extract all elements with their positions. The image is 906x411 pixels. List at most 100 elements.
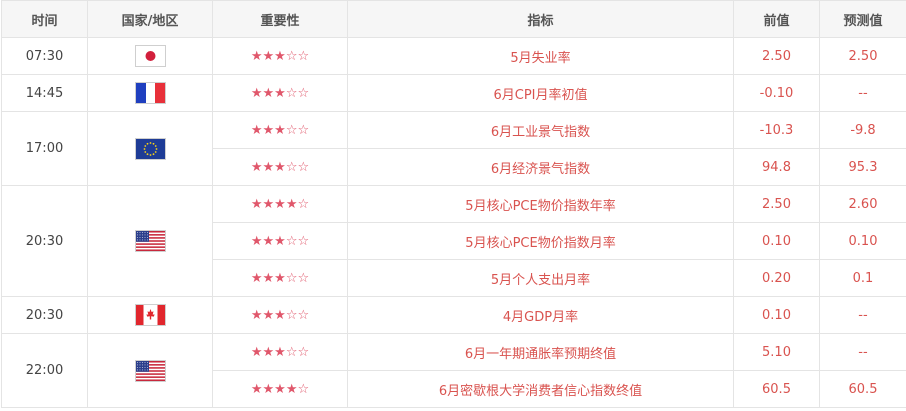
forecast-value: 95.3 bbox=[819, 148, 906, 186]
forecast-value: 60.5 bbox=[819, 370, 906, 408]
previous-value: 2.50 bbox=[733, 185, 820, 223]
star-empty-icon: ☆ bbox=[285, 122, 298, 138]
time-cell: 22:00 bbox=[1, 333, 88, 408]
forecast-value: -- bbox=[819, 74, 906, 112]
importance-stars: ★★★☆☆ bbox=[212, 222, 348, 260]
star-filled-icon: ★ bbox=[250, 270, 263, 286]
importance-stars: ★★★★☆ bbox=[212, 370, 348, 408]
star-filled-icon: ★ bbox=[262, 122, 275, 138]
previous-value: -10.3 bbox=[733, 111, 820, 149]
header-time: 时间 bbox=[1, 0, 88, 38]
star-filled-icon: ★ bbox=[274, 159, 286, 175]
star-filled-icon: ★ bbox=[262, 196, 275, 212]
forecast-value: 0.1 bbox=[819, 259, 906, 297]
importance-stars: ★★★☆☆ bbox=[212, 111, 348, 149]
table-row: 14:45 ★★★☆☆ 6月CPI月率初值 -0.10 -- bbox=[1, 74, 906, 112]
star-filled-icon: ★ bbox=[274, 196, 286, 212]
economic-calendar-table: 时间 国家/地区 重要性 指标 前值 预测值 07:30 ★★★☆☆ 5月失业率 2.… bbox=[1, 0, 906, 408]
star-empty-icon: ☆ bbox=[285, 159, 298, 175]
star-filled-icon: ★ bbox=[262, 381, 275, 397]
japan-flag-icon bbox=[135, 46, 165, 66]
star-filled-icon: ★ bbox=[250, 381, 263, 397]
forecast-value: 2.50 bbox=[819, 37, 906, 75]
importance-stars: ★★★☆☆ bbox=[212, 259, 348, 297]
header-indicator: 指标 bbox=[347, 0, 734, 38]
indicator-link[interactable]: 5月核心PCE物价指数月率 bbox=[347, 222, 734, 260]
star-empty-icon: ☆ bbox=[297, 381, 310, 397]
star-filled-icon: ★ bbox=[262, 233, 275, 249]
star-empty-icon: ☆ bbox=[285, 270, 298, 286]
usa-flag-icon bbox=[135, 231, 165, 251]
previous-value: 94.8 bbox=[733, 148, 820, 186]
header-importance: 重要性 bbox=[212, 0, 348, 38]
usa-flag-icon bbox=[135, 360, 165, 381]
indicator-link[interactable]: 6月密歇根大学消费者信心指数终值 bbox=[347, 370, 734, 408]
country-cell bbox=[87, 74, 213, 112]
forecast-value: 2.60 bbox=[819, 185, 906, 223]
country-cell bbox=[87, 333, 213, 408]
star-filled-icon: ★ bbox=[250, 233, 263, 249]
header-forecast: 预测值 bbox=[819, 0, 906, 38]
forecast-value: -- bbox=[819, 333, 906, 371]
star-filled-icon: ★ bbox=[262, 307, 275, 323]
star-filled-icon: ★ bbox=[250, 344, 263, 360]
star-filled-icon: ★ bbox=[250, 159, 263, 175]
importance-stars: ★★★☆☆ bbox=[212, 333, 348, 371]
star-filled-icon: ★ bbox=[274, 85, 286, 101]
table-row: 17:00 ★★★☆☆ 6月工业景气指数 -10.3 -9.8 bbox=[1, 111, 906, 186]
importance-stars: ★★★☆☆ bbox=[212, 74, 348, 112]
canada-flag-icon bbox=[135, 305, 165, 325]
previous-value: 0.20 bbox=[733, 259, 820, 297]
table-row: 22:00 ★★★☆☆ 6月一年期通胀率预期终值 5.10 -- bbox=[1, 333, 906, 408]
france-flag-icon bbox=[135, 83, 165, 103]
star-filled-icon: ★ bbox=[262, 48, 275, 64]
table-header-row: 时间 国家/地区 重要性 指标 前值 预测值 bbox=[1, 0, 906, 38]
time-cell: 17:00 bbox=[1, 111, 88, 186]
time-cell: 07:30 bbox=[1, 37, 88, 75]
star-filled-icon: ★ bbox=[285, 196, 298, 212]
star-filled-icon: ★ bbox=[250, 48, 263, 64]
star-filled-icon: ★ bbox=[250, 196, 263, 212]
time-cell: 14:45 bbox=[1, 74, 88, 112]
star-empty-icon: ☆ bbox=[297, 344, 310, 360]
star-filled-icon: ★ bbox=[250, 85, 263, 101]
importance-stars: ★★★☆☆ bbox=[212, 37, 348, 75]
country-cell bbox=[87, 185, 213, 297]
star-empty-icon: ☆ bbox=[297, 270, 310, 286]
star-empty-icon: ☆ bbox=[297, 48, 310, 64]
header-previous: 前值 bbox=[733, 0, 820, 38]
star-empty-icon: ☆ bbox=[285, 48, 298, 64]
star-empty-icon: ☆ bbox=[285, 307, 298, 323]
eu-flag-icon bbox=[135, 138, 165, 159]
indicator-link[interactable]: 5月失业率 bbox=[347, 37, 734, 75]
indicator-link[interactable]: 6月经济景气指数 bbox=[347, 148, 734, 186]
star-filled-icon: ★ bbox=[274, 270, 286, 286]
star-filled-icon: ★ bbox=[274, 233, 286, 249]
table-row: 07:30 ★★★☆☆ 5月失业率 2.50 2.50 bbox=[1, 37, 906, 75]
star-filled-icon: ★ bbox=[285, 381, 298, 397]
star-empty-icon: ☆ bbox=[297, 196, 310, 212]
indicator-link[interactable]: 5月个人支出月率 bbox=[347, 259, 734, 297]
time-cell: 20:30 bbox=[1, 185, 88, 297]
country-cell bbox=[87, 111, 213, 186]
indicator-link[interactable]: 5月核心PCE物价指数年率 bbox=[347, 185, 734, 223]
indicator-link[interactable]: 6月CPI月率初值 bbox=[347, 74, 734, 112]
star-filled-icon: ★ bbox=[274, 344, 286, 360]
indicator-link[interactable]: 6月工业景气指数 bbox=[347, 111, 734, 149]
star-empty-icon: ☆ bbox=[297, 307, 310, 323]
star-filled-icon: ★ bbox=[262, 159, 275, 175]
star-empty-icon: ☆ bbox=[297, 159, 310, 175]
previous-value: 2.50 bbox=[733, 37, 820, 75]
previous-value: 0.10 bbox=[733, 222, 820, 260]
star-empty-icon: ☆ bbox=[297, 233, 310, 249]
header-country: 国家/地区 bbox=[87, 0, 213, 38]
table-body: 07:30 ★★★☆☆ 5月失业率 2.50 2.50 14:45 ★★★☆☆ 6月CPI月率… bbox=[1, 37, 906, 408]
table-row: 20:30 ★★★☆☆ 4月GDP月率 0.10 -- bbox=[1, 296, 906, 334]
indicator-link[interactable]: 6月一年期通胀率预期终值 bbox=[347, 333, 734, 371]
star-filled-icon: ★ bbox=[274, 48, 286, 64]
country-cell bbox=[87, 37, 213, 75]
indicator-link[interactable]: 4月GDP月率 bbox=[347, 296, 734, 334]
previous-value: 0.10 bbox=[733, 296, 820, 334]
star-filled-icon: ★ bbox=[250, 307, 263, 323]
forecast-value: 0.10 bbox=[819, 222, 906, 260]
